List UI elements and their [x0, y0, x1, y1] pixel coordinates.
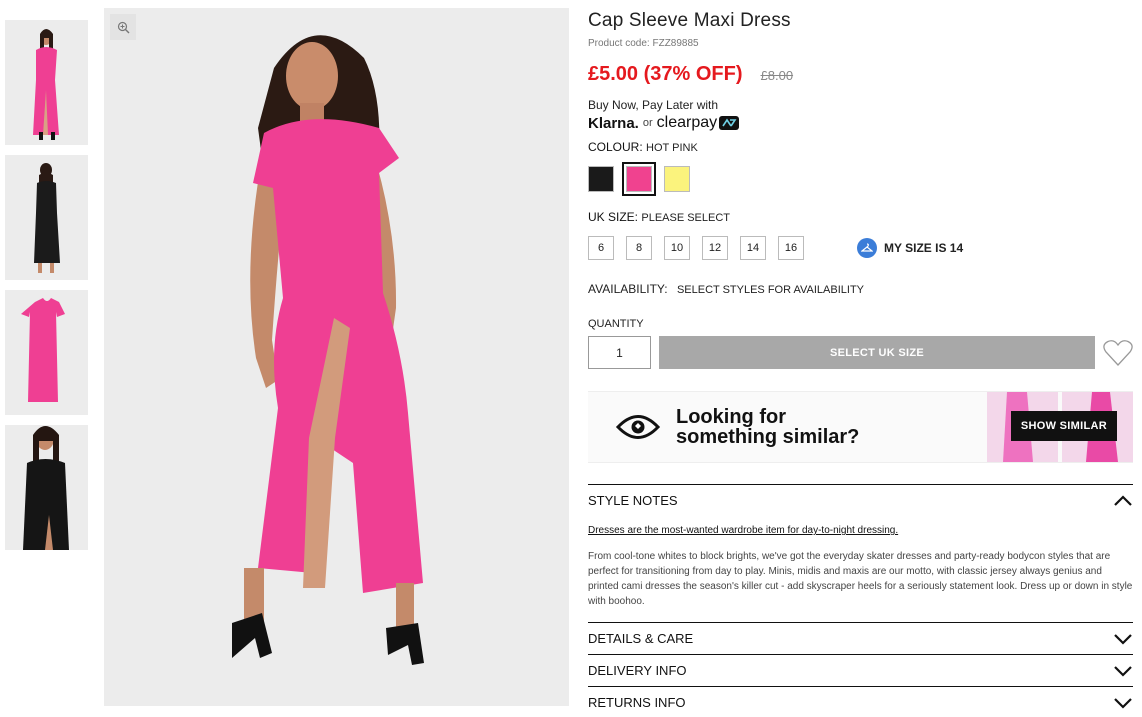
size-value: PLEASE SELECT — [641, 212, 731, 224]
details-care-header[interactable]: DETAILS & CARE — [588, 623, 1133, 654]
eye-icon — [616, 415, 660, 439]
chevron-down-icon — [1114, 633, 1132, 645]
clearpay-logo[interactable]: clearpay — [657, 114, 717, 132]
size-option-10[interactable]: 10 — [664, 236, 690, 260]
bnpl-logos: Klarna. or clearpay — [588, 114, 1133, 132]
colour-value: HOT PINK — [646, 142, 698, 154]
swatch-black[interactable] — [588, 166, 614, 192]
size-option-8[interactable]: 8 — [626, 236, 652, 260]
chevron-down-icon — [1114, 665, 1132, 677]
delivery-info-header[interactable]: DELIVERY INFO — [588, 655, 1133, 686]
availability-row: AVAILABILITY: SELECT STYLES FOR AVAILABI… — [588, 282, 1133, 296]
main-product-image[interactable] — [104, 8, 569, 706]
price-row: £5.00 (37% OFF) £8.00 — [588, 63, 1133, 86]
availability-value: SELECT STYLES FOR AVAILABILITY — [676, 284, 865, 296]
hanger-icon — [857, 238, 877, 258]
size-option-6[interactable]: 6 — [588, 236, 614, 260]
similar-line-1: Looking for — [676, 406, 786, 428]
original-price: £8.00 — [760, 68, 794, 83]
size-label: UK SIZE: — [588, 210, 639, 224]
product-details-panel: Cap Sleeve Maxi Dress Product code: FZZ8… — [588, 10, 1133, 717]
colour-swatches — [588, 162, 1133, 196]
swatch-hot-pink[interactable] — [622, 162, 656, 196]
thumbnail-gallery — [5, 20, 88, 560]
my-size-label: MY SIZE IS 14 — [884, 241, 964, 255]
size-option-14[interactable]: 14 — [740, 236, 766, 260]
delivery-info-section: DELIVERY INFO — [588, 654, 1133, 686]
returns-info-title: RETURNS INFO — [588, 695, 686, 710]
chevron-up-icon — [1114, 494, 1132, 506]
klarna-logo[interactable]: Klarna. — [588, 115, 639, 132]
delivery-info-title: DELIVERY INFO — [588, 663, 687, 678]
similar-banner: Looking for something similar? SHOW SIMI… — [588, 391, 1133, 463]
clearpay-icon — [719, 116, 740, 130]
bnpl-or: or — [642, 117, 653, 129]
product-title: Cap Sleeve Maxi Dress — [588, 10, 791, 31]
select-size-button[interactable]: SELECT UK SIZE — [659, 336, 1095, 369]
model-illustration — [232, 35, 424, 665]
swatch-yellow[interactable] — [664, 166, 690, 192]
quantity-label: QUANTITY — [588, 318, 644, 330]
size-label-row: UK SIZE: PLEASE SELECT — [588, 210, 1133, 224]
returns-info-header[interactable]: RETURNS INFO — [588, 687, 1133, 717]
colour-label-row: COLOUR: HOT PINK — [588, 140, 1133, 154]
quantity-input[interactable]: 1 — [588, 336, 651, 369]
bnpl-text: Buy Now, Pay Later with — [588, 98, 719, 112]
size-option-16[interactable]: 16 — [778, 236, 804, 260]
details-care-title: DETAILS & CARE — [588, 631, 694, 646]
chevron-down-icon — [1114, 697, 1132, 709]
size-options: 6 8 10 12 14 16 MY SIZE IS 14 — [588, 236, 1133, 260]
current-price: £5.00 (37% OFF) — [588, 63, 743, 85]
wishlist-heart-icon[interactable] — [1103, 339, 1133, 367]
my-size-button[interactable]: MY SIZE IS 14 — [857, 238, 963, 258]
style-notes-section: STYLE NOTES Dresses are the most-wanted … — [588, 484, 1133, 609]
size-option-12[interactable]: 12 — [702, 236, 728, 260]
colour-label: COLOUR: — [588, 140, 643, 154]
thumbnail-back[interactable] — [5, 155, 88, 280]
quantity-row: 1 SELECT UK SIZE — [588, 336, 1133, 369]
thumbnail-flat[interactable] — [5, 290, 88, 415]
thumbnail-detail[interactable] — [5, 425, 88, 550]
details-care-section: DETAILS & CARE — [588, 622, 1133, 654]
style-notes-lead: Dresses are the most-wanted wardrobe ite… — [588, 525, 899, 536]
availability-label: AVAILABILITY: — [588, 282, 668, 296]
style-notes-header[interactable]: STYLE NOTES — [588, 485, 1133, 516]
thumbnail-front[interactable] — [5, 20, 88, 145]
similar-line-2: something similar? — [676, 426, 860, 448]
returns-info-section: RETURNS INFO — [588, 686, 1133, 717]
style-notes-body: From cool-tone whites to block brights, … — [588, 551, 1133, 607]
style-notes-title: STYLE NOTES — [588, 493, 678, 508]
product-code: Product code: FZZ89885 — [588, 38, 699, 49]
show-similar-button[interactable]: SHOW SIMILAR — [1010, 411, 1117, 441]
similar-heading: Looking for something similar? — [676, 407, 859, 447]
